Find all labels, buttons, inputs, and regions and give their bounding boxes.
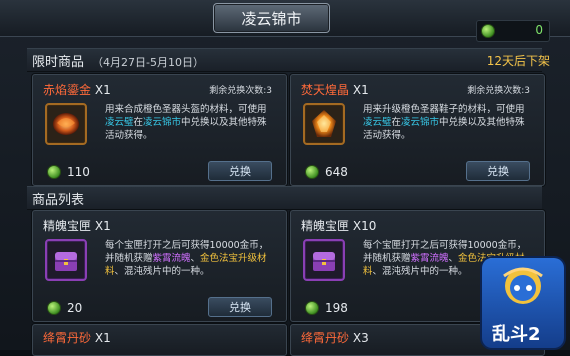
list-item-card: 绛霄丹砂 X1 <box>32 324 287 356</box>
item-title: 精魄宝匣 X10 <box>301 219 377 233</box>
remaining-count: 剩余兑换次数:3 <box>209 86 272 96</box>
jade-coin-icon <box>47 165 61 179</box>
item-price: 20 <box>47 301 82 315</box>
limited-timer: 12天后下架 <box>486 54 550 68</box>
shop-window: 凌云锦市 0 限时商品 （4月27日-5月10日） 12天后下架 赤焰鎏金 X1 … <box>0 0 570 356</box>
treasure-chest-icon[interactable] <box>45 239 87 281</box>
logo-text: 乱斗2 <box>492 324 541 345</box>
monkey-king-icon <box>503 267 543 304</box>
jade-coin-icon <box>481 24 495 38</box>
item-title: 绛霄丹砂 X3 <box>301 331 369 345</box>
jade-coin-icon <box>305 301 319 315</box>
treasure-chest-icon[interactable] <box>303 239 345 281</box>
exchange-button[interactable]: 兑换 <box>208 297 272 317</box>
limited-item-card: 焚天煌晶 X1 剩余兑换次数:3 用来升级橙色圣器鞋子的材料，可使用凌云璧在凌云… <box>290 74 545 186</box>
currency-display: 0 <box>476 20 550 42</box>
item-price: 110 <box>47 165 90 179</box>
fire-gold-icon[interactable] <box>45 103 87 145</box>
limited-section-title: 限时商品 （4月27日-5月10日） <box>32 55 204 70</box>
exchange-button[interactable]: 兑换 <box>466 161 530 181</box>
fire-crystal-icon[interactable] <box>303 103 345 145</box>
limited-item-card: 赤焰鎏金 X1 剩余兑换次数:3 用来合成橙色圣器头盔的材料，可使用凌云璧在凌云… <box>32 74 287 186</box>
list-item-card: 精魄宝匣 X1 每个宝匣打开之后可获得10000金币，并随机获赠紫霄流魄、金色法… <box>32 210 287 322</box>
exchange-button[interactable]: 兑换 <box>208 161 272 181</box>
list-section-bar <box>27 186 542 210</box>
jade-coin-icon <box>305 165 319 179</box>
item-title: 精魄宝匣 X1 <box>43 219 111 233</box>
item-title: 赤焰鎏金 X1 <box>43 83 111 97</box>
item-price: 198 <box>305 301 348 315</box>
item-price: 648 <box>305 165 348 179</box>
item-description: 用来合成橙色圣器头盔的材料，可使用凌云璧在凌云锦市中兑换以及其他特殊活动获得。 <box>105 104 267 141</box>
list-section-title: 商品列表 <box>32 193 85 208</box>
currency-amount: 0 <box>535 23 543 37</box>
item-description: 用来升级橙色圣器鞋子的材料，可使用凌云璧在凌云锦市中兑换以及其他特殊活动获得。 <box>363 104 525 141</box>
item-description: 每个宝匣打开之后可获得10000金币，并随机获赠紫霄流魄、金色法宝升级材料、混沌… <box>105 240 269 277</box>
item-title: 绛霄丹砂 X1 <box>43 331 111 345</box>
jade-coin-icon <box>47 301 61 315</box>
remaining-count: 剩余兑换次数:3 <box>467 86 530 96</box>
page-title: 凌云锦市 <box>213 3 330 33</box>
item-title: 焚天煌晶 X1 <box>301 83 369 97</box>
game-logo: 乱斗2 <box>482 258 564 348</box>
